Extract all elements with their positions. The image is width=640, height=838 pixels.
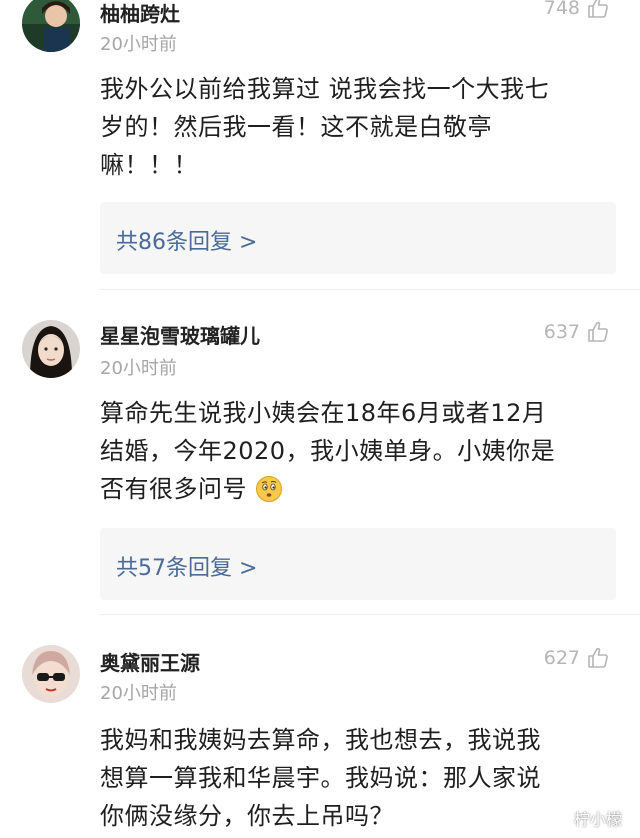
thumbs-up-icon — [588, 647, 608, 668]
avatar[interactable] — [22, 0, 80, 52]
timestamp: 20小时前 — [100, 358, 177, 379]
thinking-face-emoji — [256, 476, 283, 502]
comment-text: 我妈和我姨妈去算命，我也想去，我说我 想算一算我和华晨宇。我妈说：那人家说 你俩… — [100, 726, 541, 830]
reply-summary[interactable]: 共86条回复 > — [100, 202, 616, 274]
comment-text-body: 算命先生说我小姨会在18年6月或者12月 结婚，今年2020，我小姨单身。小姨你… — [100, 399, 556, 503]
like-button[interactable]: 627 — [544, 646, 610, 670]
timestamp: 20小时前 — [100, 34, 177, 55]
avatar[interactable] — [22, 645, 80, 703]
thumbs-up-icon — [588, 321, 608, 342]
reply-summary[interactable]: 共57条回复 > — [100, 528, 616, 600]
like-count: 627 — [543, 647, 580, 669]
comment-item: 星星泡雪玻璃罐儿 20小时前 637 算命先生说我小姨会在18年6月或者12月 … — [0, 300, 640, 615]
comment-item: 柚柚跨灶 20小时前 748 我外公以前给我算过 说我会找一个大我七 岁的！然后… — [0, 0, 640, 290]
divider — [100, 289, 640, 290]
watermark: 柠小檬 — [548, 806, 622, 830]
username[interactable]: 星星泡雪玻璃罐儿 — [100, 320, 260, 349]
username[interactable]: 奥黛丽王源 — [100, 647, 200, 676]
timestamp: 20小时前 — [100, 683, 177, 704]
divider — [100, 614, 640, 615]
avatar-image — [22, 645, 80, 703]
avatar-image — [22, 320, 80, 378]
avatar[interactable] — [22, 320, 80, 378]
username[interactable]: 柚柚跨灶 — [100, 0, 180, 27]
comment-text: 我外公以前给我算过 说我会找一个大我七 岁的！然后我一看！这不就是白敬亭 嘛！！… — [100, 75, 550, 179]
avatar-image — [22, 0, 80, 52]
comment-text: 算命先生说我小姨会在18年6月或者12月 结婚，今年2020，我小姨单身。小姨你… — [100, 394, 620, 508]
comment-item: 奥黛丽王源 20小时前 627 我妈和我姨妈去算命，我也想去，我说我 想算一算我… — [0, 625, 640, 838]
reply-count-link[interactable]: 共86条回复 > — [116, 224, 257, 256]
wechat-icon — [548, 809, 570, 826]
like-count: 748 — [543, 0, 580, 19]
reply-count-link[interactable]: 共57条回复 > — [116, 550, 257, 582]
thumbs-up-icon — [588, 0, 608, 18]
like-count: 637 — [543, 321, 580, 343]
like-button[interactable]: 748 — [544, 0, 610, 20]
like-button[interactable]: 637 — [544, 320, 610, 344]
watermark-text: 柠小檬 — [573, 810, 622, 829]
